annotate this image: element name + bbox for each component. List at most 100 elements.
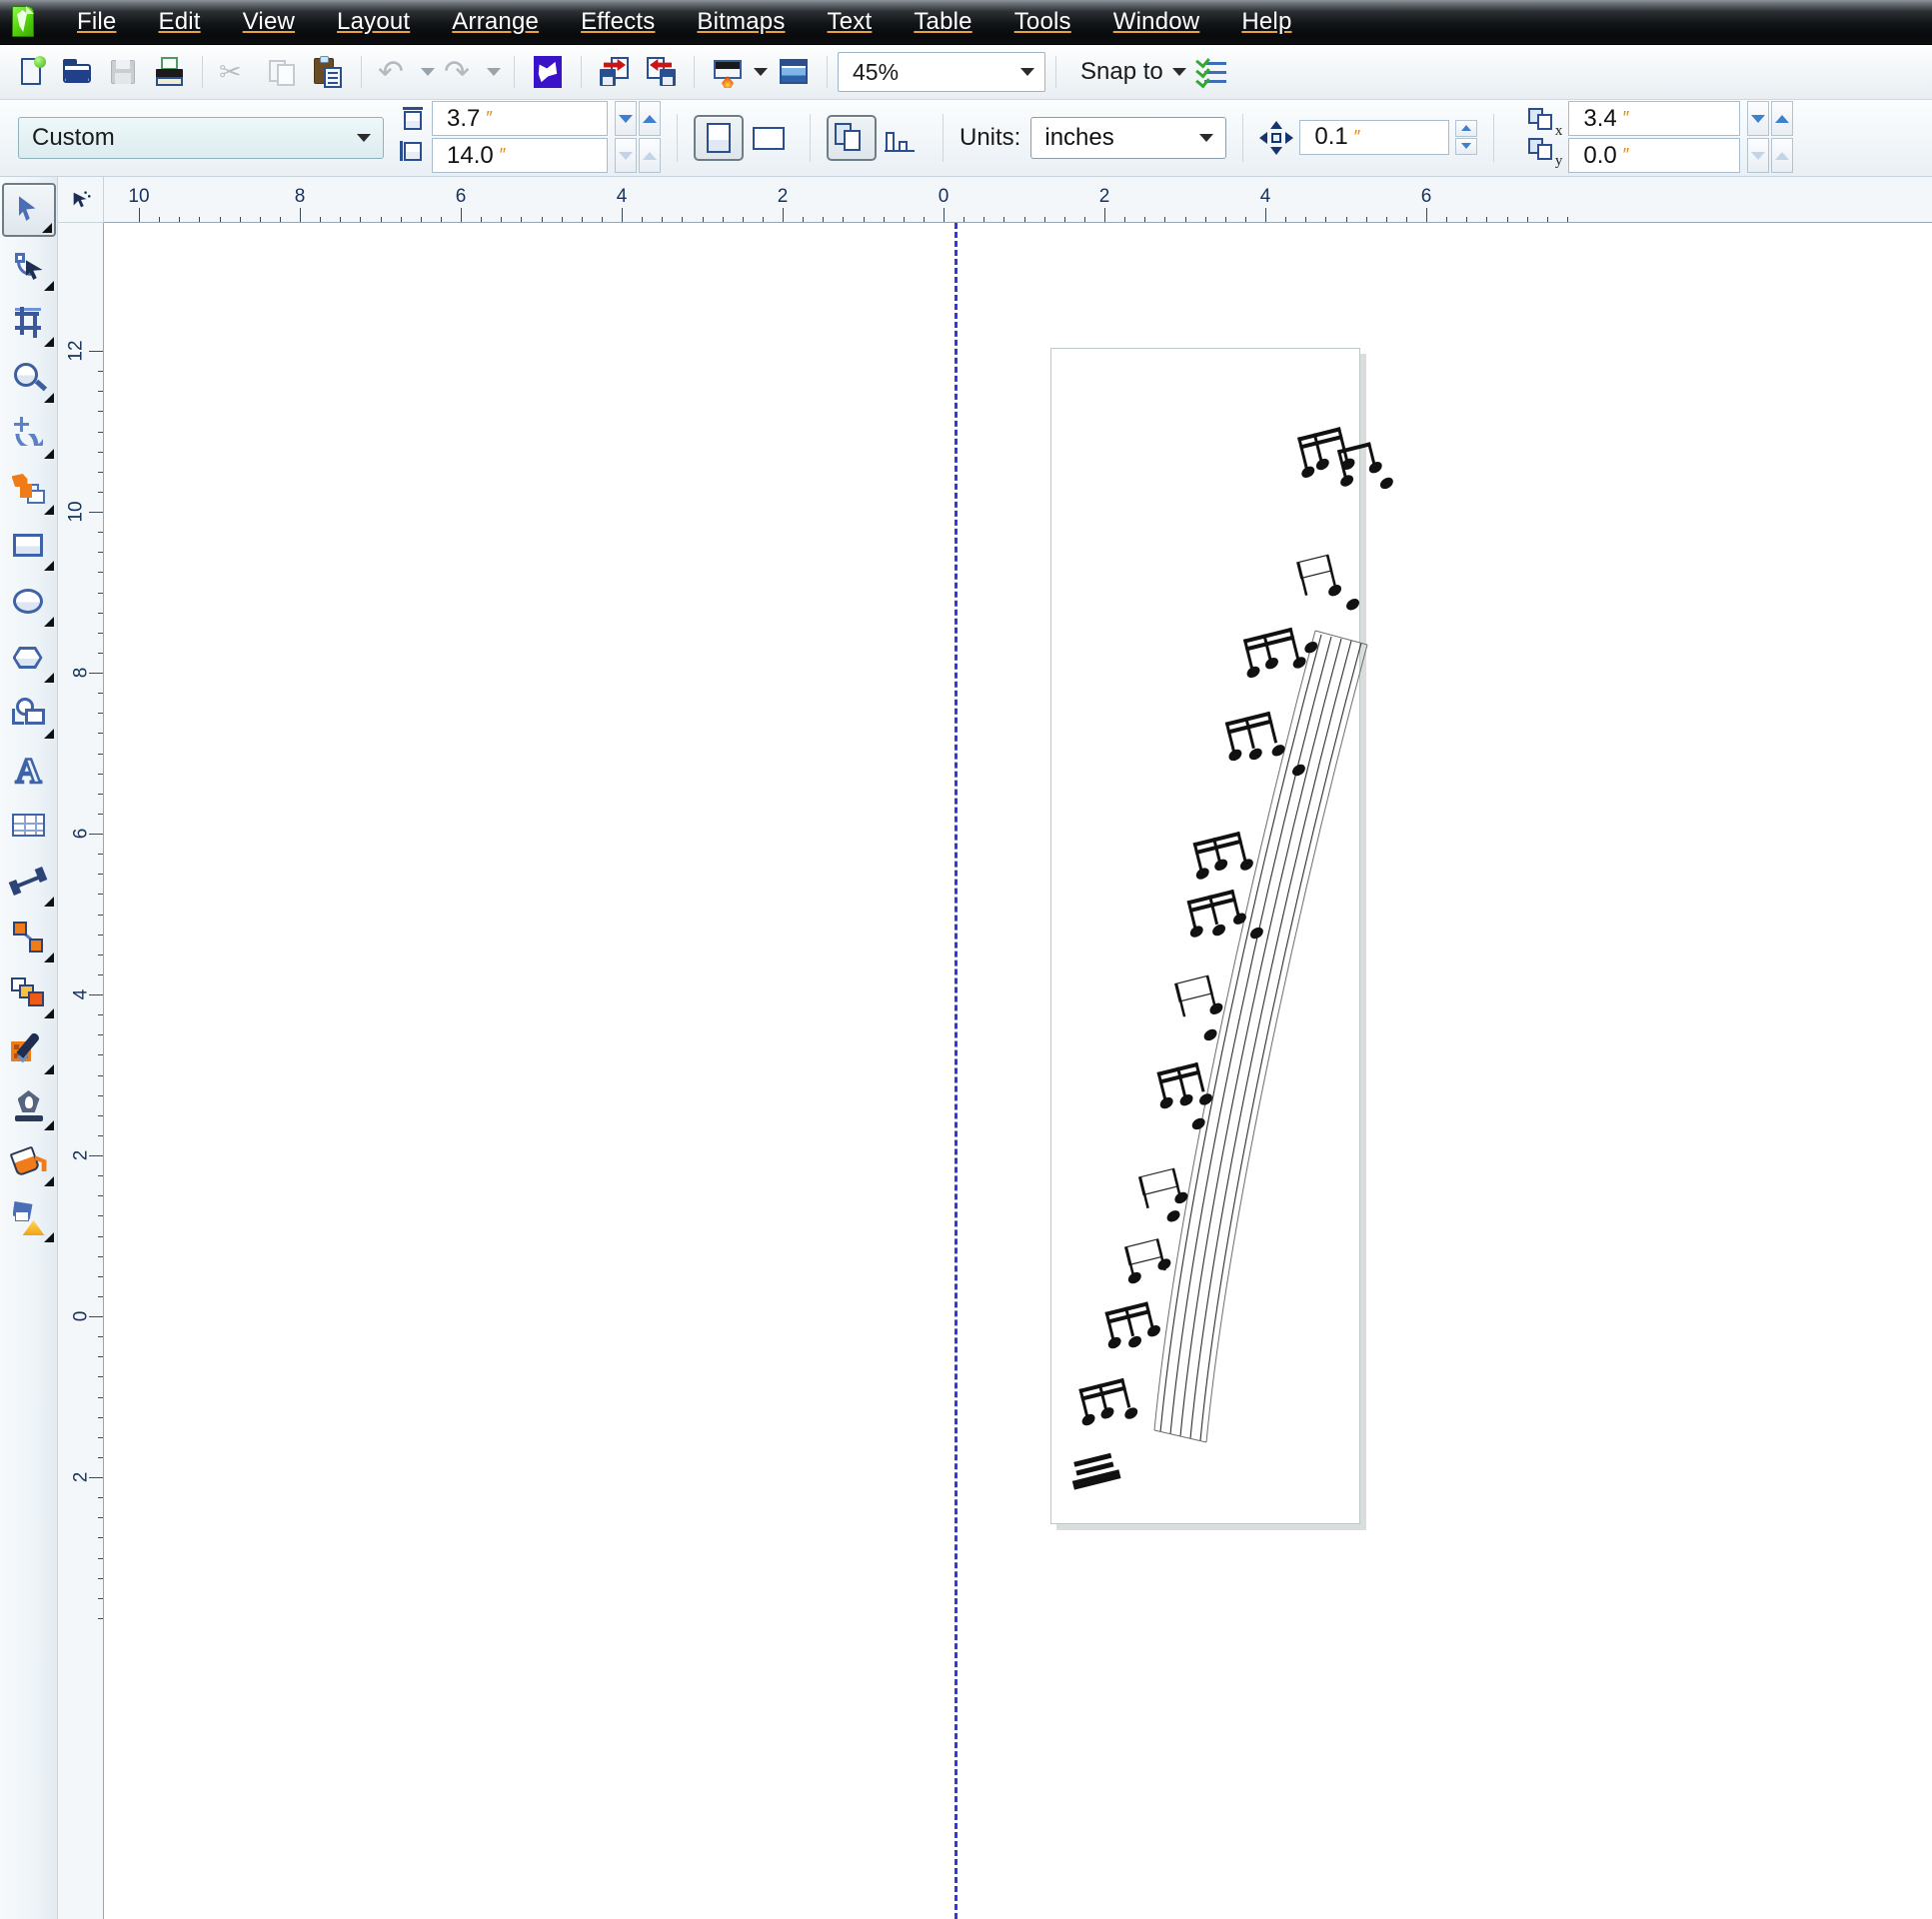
ruler-tick-minor — [1405, 217, 1407, 222]
options-button[interactable] — [1189, 49, 1235, 95]
undo-button[interactable]: ↶ — [372, 49, 418, 95]
flyout-indicator[interactable] — [43, 505, 54, 515]
dimension-tool[interactable] — [2, 855, 56, 909]
bitmap-button[interactable] — [771, 49, 817, 95]
export-button[interactable] — [638, 49, 684, 95]
apply-to-current-page-button[interactable] — [877, 115, 927, 161]
freehand-tool[interactable] — [2, 407, 56, 461]
menu-item-help[interactable]: Help — [1220, 4, 1312, 40]
application-launcher-dropdown-button[interactable] — [751, 49, 771, 95]
coreldraw-logo-icon — [6, 2, 40, 42]
flyout-indicator[interactable] — [41, 223, 52, 233]
units-combobox[interactable]: inches — [1030, 117, 1227, 159]
blend-tool[interactable] — [2, 966, 56, 1020]
paste-button[interactable] — [305, 49, 351, 95]
connector-tool[interactable] — [2, 911, 56, 964]
apply-to-all-pages-button[interactable] — [827, 115, 877, 161]
menu-item-edit[interactable]: Edit — [137, 4, 221, 40]
color-eyedropper-tool[interactable] — [2, 1022, 56, 1076]
flyout-indicator[interactable] — [43, 561, 54, 571]
zoom-tool[interactable] — [2, 351, 56, 405]
page-width-spin-down[interactable] — [615, 101, 637, 136]
duplicate-x-spin-up[interactable] — [1771, 101, 1794, 136]
ellipse-tool[interactable] — [2, 575, 56, 629]
polygon-tool[interactable] — [2, 631, 56, 685]
redo-button[interactable]: ↷ — [438, 49, 484, 95]
page-width-spin-up[interactable] — [639, 101, 661, 136]
flyout-indicator[interactable] — [43, 393, 54, 403]
text-tool[interactable]: A — [2, 743, 56, 797]
nudge-spin-up[interactable] — [1455, 119, 1478, 137]
import-button[interactable] — [592, 49, 638, 95]
flyout-indicator[interactable] — [43, 281, 54, 291]
page-height-field[interactable]: 14.0 ″ — [432, 138, 661, 173]
menu-item-window[interactable]: Window — [1092, 4, 1221, 40]
outline-pen-tool[interactable] — [2, 1078, 56, 1132]
ruler-origin-button[interactable] — [58, 177, 104, 223]
interactive-fill-tool[interactable] — [2, 1190, 56, 1244]
flyout-indicator[interactable] — [43, 1232, 54, 1242]
save-button[interactable] — [100, 49, 146, 95]
vertical-guideline[interactable] — [955, 223, 958, 1919]
copy-button[interactable] — [259, 49, 305, 95]
undo-dropdown-button[interactable] — [418, 49, 438, 95]
cut-button[interactable]: ✂ — [213, 49, 259, 95]
flyout-indicator[interactable] — [43, 1176, 54, 1186]
duplicate-y-spin-down[interactable] — [1747, 138, 1770, 173]
fill-tool[interactable] — [2, 1134, 56, 1188]
page-height-spin-up[interactable] — [639, 138, 661, 173]
landscape-orientation-button[interactable] — [744, 115, 794, 161]
flyout-indicator[interactable] — [43, 617, 54, 627]
portrait-orientation-button[interactable] — [694, 115, 744, 161]
flyout-indicator[interactable] — [43, 1120, 54, 1130]
menu-item-arrange[interactable]: Arrange — [431, 4, 560, 40]
nudge-spin-down[interactable] — [1455, 137, 1478, 155]
pick-tool[interactable] — [1, 183, 56, 237]
flyout-indicator[interactable] — [43, 449, 54, 459]
vertical-ruler[interactable]: 12 10 8 6 4 2 0 2 — [58, 223, 104, 1919]
page-width-field[interactable]: 3.7 ″ — [432, 101, 661, 136]
flyout-indicator[interactable] — [43, 337, 54, 347]
new-document-button[interactable] — [8, 49, 54, 95]
menu-item-tools[interactable]: Tools — [993, 4, 1092, 40]
rectangle-tool[interactable] — [2, 519, 56, 573]
menu-item-view[interactable]: View — [222, 4, 316, 40]
basic-shapes-tool[interactable] — [2, 687, 56, 741]
application-launcher-button[interactable] — [705, 49, 751, 95]
print-button[interactable] — [146, 49, 192, 95]
menu-item-layout[interactable]: Layout — [316, 4, 431, 40]
snap-to-dropdown-button[interactable] — [1169, 49, 1189, 95]
flyout-indicator[interactable] — [43, 729, 54, 739]
drawing-canvas[interactable] — [104, 223, 1932, 1919]
duplicate-y-field[interactable]: 0.0 ″ — [1568, 138, 1794, 173]
paper-type-combobox[interactable]: Custom — [18, 117, 384, 159]
duplicate-x-field[interactable]: 3.4 ″ — [1568, 101, 1794, 136]
flyout-indicator[interactable] — [43, 1008, 54, 1018]
nudge-offset-field[interactable]: 0.1 ″ — [1299, 119, 1478, 155]
flyout-indicator[interactable] — [43, 673, 54, 683]
snap-to-label[interactable]: Snap to — [1066, 58, 1169, 86]
duplicate-y-spin-up[interactable] — [1771, 138, 1794, 173]
smart-fill-tool[interactable] — [2, 463, 56, 517]
blend-shapes-icon — [10, 975, 47, 1011]
flyout-indicator[interactable] — [43, 953, 54, 962]
open-document-button[interactable] — [54, 49, 100, 95]
zoom-level-combobox[interactable]: 45% — [838, 52, 1045, 92]
page-height-spin-down[interactable] — [615, 138, 637, 173]
menu-item-bitmaps[interactable]: Bitmaps — [676, 4, 806, 40]
horizontal-ruler[interactable]: 10 8 6 4 2 0 2 4 6 — [104, 177, 1932, 223]
crop-tool[interactable] — [2, 295, 56, 349]
menu-item-table[interactable]: Table — [893, 4, 992, 40]
menu-item-effects[interactable]: Effects — [560, 4, 676, 40]
duplicate-x-spin-down[interactable] — [1747, 101, 1770, 136]
ruler-tick-minor — [98, 1275, 103, 1277]
menu-item-text[interactable]: Text — [807, 4, 894, 40]
table-tool[interactable] — [2, 799, 56, 853]
shape-tool[interactable] — [2, 239, 56, 293]
redo-dropdown-button[interactable] — [484, 49, 504, 95]
menu-item-file[interactable]: File — [56, 4, 137, 40]
corel-connect-button[interactable] — [525, 49, 571, 95]
flyout-indicator[interactable] — [43, 1064, 54, 1074]
sheet-music-artwork[interactable] — [1033, 373, 1393, 1502]
flyout-indicator[interactable] — [43, 897, 54, 907]
